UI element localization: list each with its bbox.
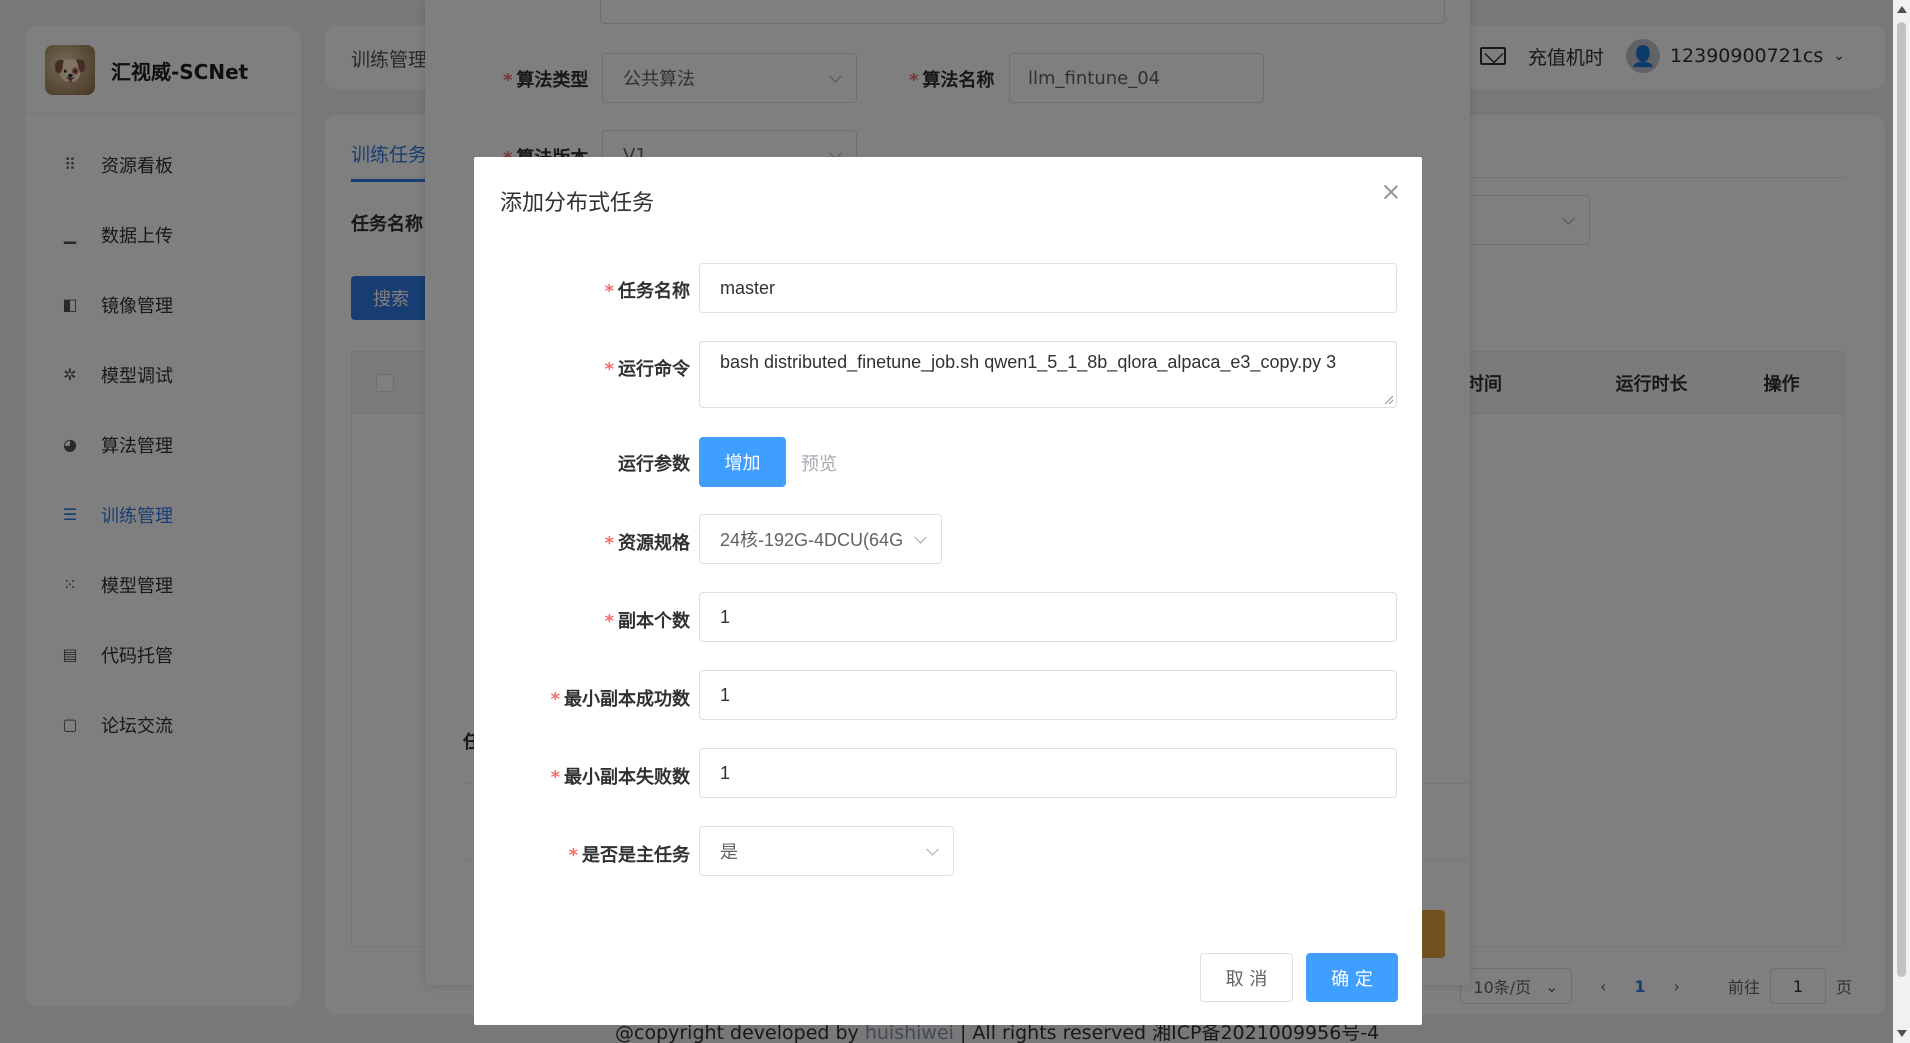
- command-label-text: 运行命令: [618, 359, 690, 380]
- min-failure-input[interactable]: 1: [699, 748, 1397, 798]
- task-name-input[interactable]: master: [699, 263, 1397, 313]
- min-success-input[interactable]: 1: [699, 670, 1397, 720]
- confirm-button[interactable]: 确 定: [1306, 953, 1398, 1002]
- resource-spec-label: * 资源规格: [604, 533, 690, 554]
- params-label: 运行参数: [618, 454, 690, 475]
- min-success-label-text: 最小副本成功数: [564, 689, 690, 710]
- add-distributed-task-dialog: 添加分布式任务 * 任务名称 master * 运行命令 bash distribu…: [474, 157, 1422, 1025]
- chevron-down-icon: [926, 842, 939, 856]
- is-master-select[interactable]: 是: [699, 826, 954, 876]
- min-success-label: * 最小副本成功数: [550, 689, 690, 710]
- min-failure-label: * 最小副本失败数: [550, 767, 690, 788]
- chevron-down-icon: [914, 530, 927, 544]
- command-textarea[interactable]: bash distributed_finetune_job.sh qwen1_5…: [699, 341, 1397, 408]
- scroll-up-icon[interactable]: [1897, 6, 1907, 13]
- resize-handle-icon[interactable]: [1385, 396, 1393, 404]
- is-master-label-text: 是否是主任务: [582, 845, 690, 866]
- replicas-label: * 副本个数: [604, 611, 690, 632]
- preview-link[interactable]: 预览: [801, 450, 837, 476]
- replicas-input[interactable]: 1: [699, 592, 1397, 642]
- is-master-value: 是: [720, 842, 738, 862]
- scroll-thumb[interactable]: [1897, 22, 1906, 977]
- replicas-label-text: 副本个数: [618, 611, 690, 632]
- add-param-button[interactable]: 增加: [699, 437, 786, 487]
- task-name-label-text: 任务名称: [618, 281, 690, 302]
- min-failure-label-text: 最小副本失败数: [564, 767, 690, 788]
- page-scrollbar[interactable]: [1893, 0, 1910, 1043]
- is-master-label: * 是否是主任务: [568, 845, 690, 866]
- close-icon[interactable]: [1380, 181, 1402, 203]
- command-value: bash distributed_finetune_job.sh qwen1_5…: [720, 352, 1337, 372]
- resource-spec-select[interactable]: 24核-192G-4DCU(64G: [699, 514, 942, 564]
- resource-spec-value: 24核-192G-4DCU(64G: [720, 530, 904, 550]
- resource-spec-label-text: 资源规格: [618, 533, 690, 554]
- cancel-button[interactable]: 取 消: [1200, 953, 1293, 1002]
- task-name-label: * 任务名称: [604, 281, 690, 302]
- command-label: * 运行命令: [604, 359, 690, 380]
- dialog-title: 添加分布式任务: [500, 191, 655, 216]
- scroll-down-icon[interactable]: [1897, 1030, 1907, 1037]
